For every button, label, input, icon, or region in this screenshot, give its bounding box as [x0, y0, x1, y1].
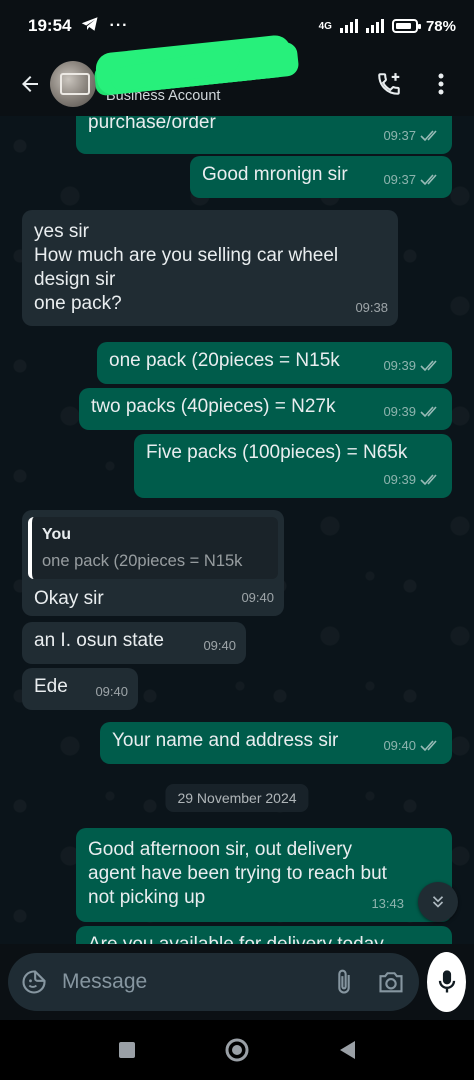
message-input[interactable]: [62, 970, 333, 994]
signal-icon: [339, 19, 358, 33]
avatar[interactable]: [50, 61, 96, 107]
add-call-icon[interactable]: [374, 69, 404, 99]
message-line: How much are you selling car wheel: [34, 245, 339, 266]
message-time: 09:40: [203, 638, 236, 653]
message-time: 09:37: [383, 128, 416, 143]
message-time: 09:39: [383, 472, 416, 487]
message-time: 09:39: [383, 358, 416, 373]
sticker-icon[interactable]: [20, 968, 48, 996]
quote-author: You: [42, 526, 72, 543]
camera-icon[interactable]: [377, 969, 405, 995]
message-text: Are you available for delivery today: [88, 933, 440, 944]
message-bubble[interactable]: two packs (40pieces) = N27k 09:39: [79, 388, 452, 430]
message-line: yes sir: [34, 221, 89, 242]
paperclip-icon[interactable]: [333, 968, 355, 996]
message-line: agent have been trying to reach but: [88, 863, 387, 884]
double-check-icon: [420, 130, 437, 142]
message-time: 09:40: [383, 738, 416, 753]
status-time: 19:54: [28, 16, 72, 35]
message-text: Five packs (100pieces) = N65k: [146, 442, 408, 463]
home-icon[interactable]: [224, 1037, 250, 1063]
status-dots: ···: [109, 17, 129, 34]
message-bubble[interactable]: Good afternoon sir, out delivery agent h…: [76, 828, 452, 922]
message-time: 09:38: [355, 300, 388, 315]
double-check-icon: [420, 740, 437, 752]
message-bubble[interactable]: Are you available for delivery today: [76, 926, 452, 944]
message-time: 09:40: [95, 684, 128, 699]
more-vert-icon[interactable]: [426, 69, 456, 99]
message-bubble[interactable]: You one pack (20pieces = N15k Okay sir 0…: [22, 510, 284, 616]
double-check-icon: [420, 474, 437, 486]
double-check-icon: [420, 360, 437, 372]
microphone-icon: [436, 968, 458, 996]
telegram-icon: [81, 16, 99, 37]
network-type: 4G: [318, 20, 332, 32]
mic-button[interactable]: [427, 952, 466, 1012]
message-bubble[interactable]: an I. osun state 09:40: [22, 622, 246, 664]
arrow-left-icon[interactable]: [12, 66, 48, 102]
message-bubble[interactable]: Ede 09:40: [22, 668, 138, 710]
message-composer: [0, 944, 474, 1020]
message-time: 09:40: [241, 590, 274, 605]
message-bubble[interactable]: Good mronign sir 09:37: [190, 156, 452, 198]
quoted-message[interactable]: You one pack (20pieces = N15k: [28, 517, 278, 579]
battery-level: 78%: [425, 17, 456, 35]
message-bubble[interactable]: purchase/order 09:37: [76, 116, 452, 154]
back-nav-icon[interactable]: [338, 1040, 356, 1060]
message-line: design sir: [34, 269, 116, 290]
message-bubble[interactable]: one pack (20pieces = N15k 09:39: [97, 342, 452, 384]
message-time: 09:37: [383, 172, 416, 187]
input-wrap: [8, 953, 419, 1011]
signal-2-icon: [365, 19, 384, 33]
message-time: 13:43: [371, 896, 404, 911]
double-check-icon: [420, 406, 437, 418]
message-line: one pack?: [34, 293, 122, 314]
message-bubble[interactable]: yes sir How much are you selling car whe…: [22, 210, 398, 326]
message-bubble[interactable]: Five packs (100pieces) = N65k 09:39: [134, 434, 452, 498]
double-check-icon: [420, 174, 437, 186]
message-line: Good afternoon sir, out delivery: [88, 839, 353, 860]
message-time: 09:39: [383, 404, 416, 419]
quote-text: one pack (20pieces = N15k: [42, 552, 243, 570]
chat-area[interactable]: purchase/order 09:37 Good mronign sir 09…: [0, 116, 474, 944]
battery-icon: [391, 19, 421, 33]
system-nav-bar: [0, 1020, 474, 1080]
message-text: Okay sir: [34, 588, 104, 609]
recent-apps-icon[interactable]: [118, 1041, 136, 1059]
chevron-double-down-icon[interactable]: [418, 882, 458, 922]
message-bubble[interactable]: Your name and address sir 09:40: [100, 722, 452, 764]
date-separator: 29 November 2024: [165, 784, 309, 812]
